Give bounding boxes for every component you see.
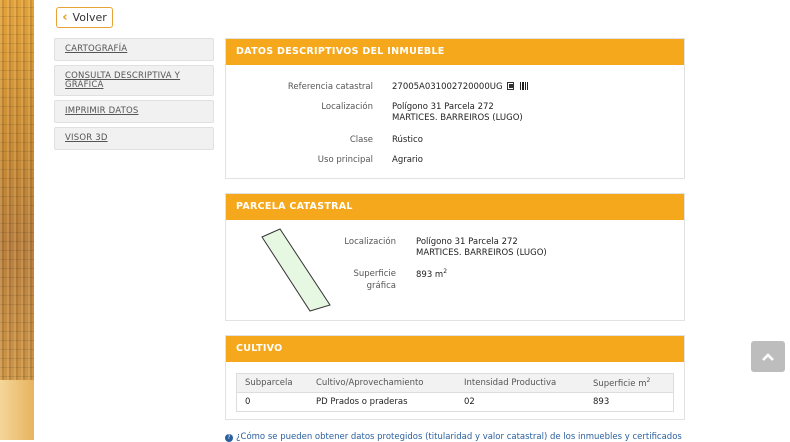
localizacion-value: Polígono 31 Parcela 272 MARTICES. BARREI…	[392, 102, 523, 125]
back-button[interactable]: ‹ Volver	[56, 7, 113, 28]
table-row: 0 PD Prados o praderas 02 893	[236, 392, 674, 412]
uso-principal-label: Uso principal	[317, 155, 373, 165]
parcela-localizacion-label: Localización	[344, 237, 396, 247]
superficie-grafica-label: Superficie gráfica	[226, 268, 396, 293]
back-button-label: Volver	[72, 11, 107, 24]
cell-intensidad: 02	[456, 392, 585, 412]
parcela-localizacion-value: Polígono 31 Parcela 272 MARTICES. BARREI…	[416, 237, 547, 260]
parcela-panel-title: PARCELA CATASTRAL	[226, 194, 684, 220]
col-intensidad: Intensidad Productiva	[456, 373, 585, 393]
uso-principal-value: Agrario	[392, 155, 423, 165]
col-cultivo: Cultivo/Aprovechamiento	[308, 373, 456, 393]
col-superficie-exponent: 2	[646, 377, 651, 385]
copy-icon[interactable]	[506, 82, 514, 90]
superficie-value-text: 893 m	[416, 269, 444, 280]
question-icon: ?	[225, 434, 233, 442]
cell-subparcela: 0	[236, 392, 308, 412]
parcela-localizacion-line-1: Polígono 31 Parcela 272	[416, 237, 518, 247]
scroll-to-top-button[interactable]	[751, 341, 785, 372]
footer-link-text: ¿Cómo se pueden obtener datos protegidos…	[236, 432, 682, 442]
ref-catastral-value: 27005A031002720000UG	[392, 82, 528, 93]
superficie-label-line-1: Superficie	[353, 269, 396, 279]
parcela-localizacion-line-2: MARTICES. BARREIROS (LUGO)	[416, 248, 547, 259]
chevron-left-icon: ‹	[62, 10, 68, 25]
clase-label: Clase	[349, 135, 373, 145]
background-city-image	[0, 0, 34, 440]
sidebar-item-visor-3d[interactable]: VISOR 3D	[54, 127, 214, 150]
superficie-grafica-value: 893 m2	[416, 268, 447, 281]
sidebar-menu: CARTOGRAFÍA CONSULTA DESCRIPTIVA Y GRÁFI…	[54, 38, 214, 154]
cell-cultivo: PD Prados o praderas	[308, 392, 456, 412]
datos-descriptivos-panel: DATOS DESCRIPTIVOS DEL INMUEBLE Referenc…	[225, 38, 685, 179]
localizacion-line-2: MARTICES. BARREIROS (LUGO)	[392, 113, 523, 124]
cultivo-panel-title: CULTIVO	[226, 336, 684, 362]
col-superficie-label: Superficie m	[593, 378, 647, 389]
cultivo-table-header-row: Subparcela Cultivo/Aprovechamiento Inten…	[236, 373, 674, 393]
parcela-catastral-panel: PARCELA CATASTRAL Localización Polígono …	[225, 193, 685, 321]
datos-panel-title: DATOS DESCRIPTIVOS DEL INMUEBLE	[226, 39, 684, 65]
cell-superficie: 893	[585, 392, 674, 412]
localizacion-line-1: Polígono 31 Parcela 272	[392, 102, 494, 112]
ref-catastral-text: 27005A031002720000UG	[392, 82, 503, 92]
sidebar-item-cartografia[interactable]: CARTOGRAFÍA	[54, 38, 214, 61]
clase-value: Rústico	[392, 135, 423, 145]
superficie-label-line-2: gráfica	[366, 281, 396, 292]
col-subparcela: Subparcela	[236, 373, 308, 393]
ref-catastral-label: Referencia catastral	[287, 82, 373, 92]
barcode-icon[interactable]	[519, 82, 528, 90]
cultivo-table: Subparcela Cultivo/Aprovechamiento Inten…	[236, 373, 674, 412]
col-superficie: Superficie m2	[585, 373, 674, 393]
sidebar-item-consulta[interactable]: CONSULTA DESCRIPTIVA Y GRÁFICA	[54, 65, 214, 96]
localizacion-label: Localización	[321, 102, 373, 112]
footer-help-link[interactable]: ? ¿Cómo se pueden obtener datos protegido…	[225, 432, 682, 442]
chevron-up-icon	[762, 352, 774, 361]
cultivo-panel: CULTIVO Subparcela Cultivo/Aprovechamien…	[225, 335, 685, 420]
superficie-unit-exponent: 2	[443, 268, 448, 275]
sidebar-item-imprimir[interactable]: IMPRIMIR DATOS	[54, 100, 214, 123]
